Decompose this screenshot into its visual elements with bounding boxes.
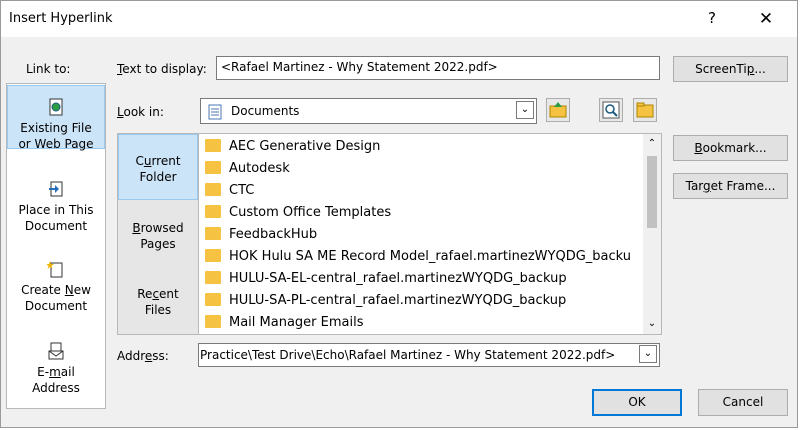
folder-icon: [205, 227, 221, 240]
list-item[interactable]: AEC Generative Design: [205, 136, 635, 158]
folder-icon: [205, 249, 221, 262]
file-name: HOK Hulu SA ME Record Model_rafael.marti…: [229, 249, 632, 264]
subnav-current-folder-line2: Folder: [139, 170, 177, 184]
folder-icon: [205, 139, 221, 152]
scrollbar-thumb[interactable]: [647, 156, 657, 228]
list-item[interactable]: CTC: [205, 180, 635, 202]
chevron-down-icon[interactable]: ⌄: [516, 101, 534, 119]
link-to-label: Link to:: [26, 62, 71, 76]
file-name: Mail Manager Emails: [229, 315, 364, 330]
file-name: FeedbackHub: [229, 227, 318, 242]
look-in-dropdown[interactable]: Documents ⌄: [200, 98, 537, 124]
documents-folder-icon: [208, 104, 222, 120]
browse-file-button[interactable]: [633, 98, 657, 122]
link-to-create-new-document[interactable]: Create New Document: [7, 260, 105, 314]
text-to-display-input[interactable]: <Rafael Martinez - Why Statement 2022.pd…: [216, 56, 660, 80]
file-name: HULU-SA-PL-central_rafael.martinezWYQDG_…: [229, 293, 567, 308]
link-to-panel: Existing File or Web Page Place in This …: [6, 83, 106, 409]
subnav-browsed-line1: Browsed: [132, 221, 184, 235]
link-to-place-in-document[interactable]: Place in This Document: [7, 180, 105, 234]
folder-icon: [205, 161, 221, 174]
email-address-icon: [48, 342, 64, 360]
list-item[interactable]: Mail Manager Emails: [205, 312, 635, 334]
chevron-up-icon[interactable]: ⌃: [643, 136, 661, 152]
create-new-document-icon: [47, 261, 63, 278]
cancel-button[interactable]: Cancel: [698, 389, 788, 416]
open-folder-icon: [636, 102, 654, 118]
link-to-existing-file-line2: or Web Page: [18, 137, 94, 151]
folder-icon: [205, 183, 221, 196]
help-button[interactable]: ?: [701, 7, 723, 29]
link-to-existing-file-line1: Existing File: [20, 121, 92, 135]
subnav-recent-line1: Recent: [137, 287, 179, 301]
file-list: AEC Generative Design Autodesk CTC Custo…: [198, 133, 662, 335]
browse-subnav: Current Folder Browsed Pages Recent File…: [117, 133, 199, 335]
address-value: Practice\Test Drive\Echo\Rafael Martinez…: [200, 348, 616, 362]
link-to-email-line2: Address: [32, 381, 80, 395]
close-button[interactable]: ✕: [753, 7, 779, 31]
folder-icon: [205, 205, 221, 218]
link-to-email-line1: E-mail: [37, 365, 75, 379]
file-name: HULU-SA-EL-central_rafael.martinezWYQDG_…: [229, 271, 567, 286]
place-in-document-icon: [49, 181, 63, 197]
text-to-display-label: Text to display:: [117, 62, 207, 76]
look-in-label: Look in:: [117, 105, 164, 119]
file-name: CTC: [229, 183, 255, 198]
link-to-create-line2: Document: [24, 299, 88, 313]
subnav-current-folder-line1: Current: [135, 154, 181, 168]
file-name: Custom Office Templates: [229, 205, 392, 220]
insert-hyperlink-dialog: Insert Hyperlink ? ✕ Link to: Existing F…: [0, 0, 798, 428]
list-item[interactable]: Custom Office Templates: [205, 202, 635, 224]
list-item[interactable]: HULU-SA-EL-central_rafael.martinezWYQDG_…: [205, 268, 635, 290]
browse-web-icon: [602, 101, 620, 119]
title-bar: Insert Hyperlink ? ✕: [1, 1, 797, 37]
subnav-recent-files[interactable]: Recent Files: [118, 286, 198, 318]
bookmark-button[interactable]: Bookmark...: [673, 135, 788, 161]
target-frame-button[interactable]: Target Frame...: [673, 173, 788, 199]
list-item[interactable]: HULU-SA-PL-central_rafael.martinezWYQDG_…: [205, 290, 635, 312]
address-input[interactable]: Practice\Test Drive\Echo\Rafael Martinez…: [198, 343, 660, 367]
file-name: Autodesk: [229, 161, 290, 176]
chevron-down-icon[interactable]: ⌄: [639, 345, 657, 363]
folder-icon: [205, 315, 221, 328]
screentip-button[interactable]: ScreenTip...: [673, 56, 788, 82]
folder-icon: [205, 293, 221, 306]
file-name: AEC Generative Design: [229, 139, 381, 154]
subnav-current-folder[interactable]: Current Folder: [118, 134, 198, 200]
address-label: Address:: [117, 349, 169, 363]
link-to-email-address[interactable]: E-mail Address: [7, 342, 105, 396]
dialog-title: Insert Hyperlink: [9, 11, 113, 26]
list-item[interactable]: Autodesk: [205, 158, 635, 180]
subnav-recent-line2: Files: [144, 303, 172, 317]
chevron-down-icon[interactable]: ⌄: [643, 316, 661, 332]
look-in-value: Documents: [231, 104, 300, 118]
up-one-folder-button[interactable]: [546, 98, 570, 122]
subnav-browsed-line2: Pages: [140, 237, 176, 251]
browse-web-button[interactable]: [599, 98, 623, 122]
link-to-place-line1: Place in This: [18, 203, 94, 217]
list-item[interactable]: HOK Hulu SA ME Record Model_rafael.marti…: [205, 246, 635, 268]
link-to-place-line2: Document: [24, 219, 88, 233]
link-to-create-line1: Create New: [21, 283, 91, 297]
ok-button[interactable]: OK: [592, 389, 682, 416]
subnav-browsed-pages[interactable]: Browsed Pages: [118, 220, 198, 252]
folder-icon: [205, 271, 221, 284]
existing-file-icon: [49, 98, 63, 116]
folder-up-icon: [549, 102, 567, 118]
link-to-existing-file[interactable]: Existing File or Web Page: [7, 85, 105, 151]
file-list-scrollbar[interactable]: ⌃ ⌄: [643, 134, 661, 334]
list-item[interactable]: FeedbackHub: [205, 224, 635, 246]
